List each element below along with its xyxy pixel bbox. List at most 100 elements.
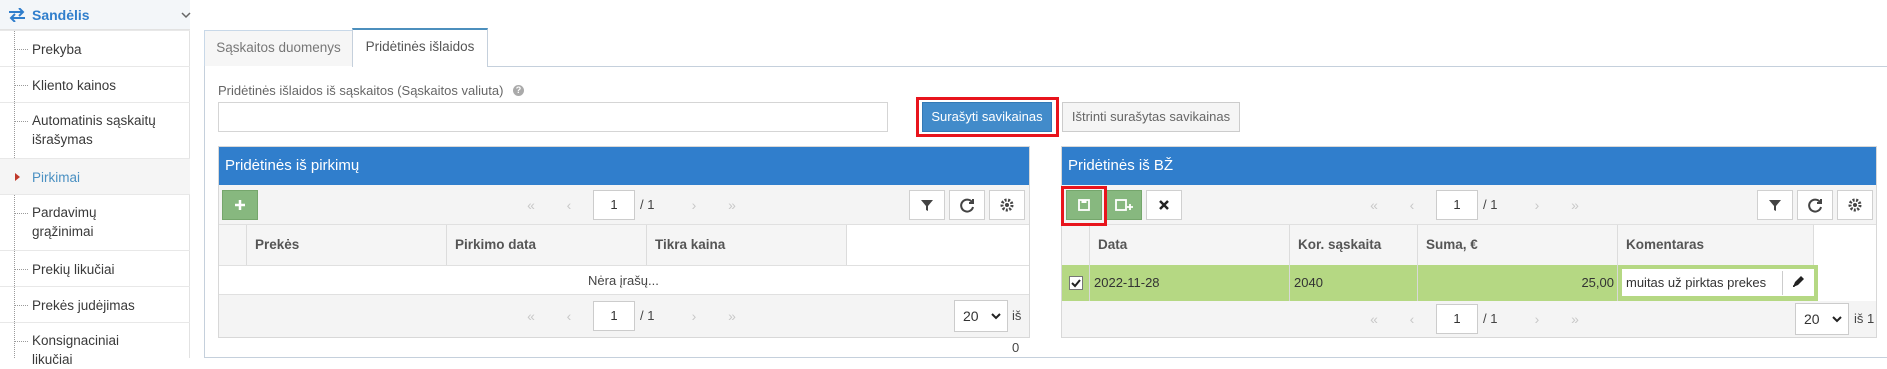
last-page-button[interactable]: » bbox=[715, 301, 749, 331]
settings-button[interactable] bbox=[1837, 190, 1873, 220]
refresh-button[interactable] bbox=[1797, 190, 1833, 220]
sidebar-item-label: Automatinis sąskaitų išrašymas bbox=[32, 113, 156, 147]
gear-icon bbox=[1848, 198, 1862, 212]
sidebar: Sandėlis Prekyba Kliento kainos Automati… bbox=[0, 0, 191, 367]
settings-button[interactable] bbox=[989, 190, 1025, 220]
tree-dash bbox=[14, 85, 28, 86]
page-size-select[interactable]: 20 bbox=[1795, 303, 1849, 335]
table-footer: « ‹ 1 / 1 › » 20 iš 1 bbox=[1062, 301, 1876, 337]
tab-saskaitos-duomenys[interactable]: Sąskaitos duomenys bbox=[204, 30, 353, 66]
last-page-button[interactable]: » bbox=[715, 190, 749, 220]
first-page-button[interactable]: « bbox=[514, 190, 548, 220]
page-of-label: / 1 bbox=[640, 197, 655, 212]
table-header: Data Kor. sąskaita Suma, € Komentaras bbox=[1062, 225, 1876, 265]
sidebar-item-label: Prekių likučiai bbox=[32, 262, 115, 277]
cell-date: 2022-11-28 bbox=[1090, 265, 1290, 301]
first-page-button[interactable]: « bbox=[514, 301, 548, 331]
sidebar-section-title: Sandėlis bbox=[32, 7, 90, 23]
sidebar-item-label: Prekyba bbox=[32, 42, 82, 57]
pencil-icon[interactable] bbox=[1782, 271, 1812, 295]
next-page-button[interactable]: › bbox=[1520, 304, 1554, 334]
right-panel: Pridėtinės iš BŽ « ‹ 1 / 1 › » Data Kor.… bbox=[1061, 146, 1877, 338]
filter-icon bbox=[921, 200, 933, 211]
save-add-button[interactable] bbox=[1106, 190, 1142, 220]
page-size-value: 20 bbox=[1804, 311, 1820, 327]
gear-icon bbox=[1000, 198, 1014, 212]
page-size-select[interactable]: 20 bbox=[954, 300, 1008, 332]
sidebar-item-automatinis[interactable]: Automatinis sąskaitų išrašymas bbox=[0, 102, 190, 158]
sidebar-item-prekes-judejimas[interactable]: Prekės judėjimas bbox=[0, 286, 190, 322]
overhead-amount-input[interactable] bbox=[218, 102, 888, 132]
sidebar-item-pardavimu-grazinimai[interactable]: Pardavimų grąžinimai bbox=[0, 194, 190, 250]
plus-icon bbox=[235, 200, 245, 210]
add-button[interactable] bbox=[222, 190, 258, 220]
refresh-button[interactable] bbox=[949, 190, 985, 220]
filter-button[interactable] bbox=[1757, 190, 1793, 220]
next-page-button[interactable]: › bbox=[677, 301, 711, 331]
sidebar-item-pirkimai[interactable]: Pirkimai bbox=[0, 158, 190, 194]
left-panel: Pridėtinės iš pirkimų « ‹ 1 / 1 › » Prek… bbox=[218, 146, 1030, 355]
column-header-tikra-kaina[interactable]: Tikra kaina bbox=[647, 225, 847, 265]
column-header-data[interactable]: Data bbox=[1090, 225, 1290, 265]
sidebar-section-sandelis[interactable]: Sandėlis bbox=[0, 0, 191, 30]
total-count: iš 0 bbox=[1012, 308, 1022, 355]
page-of-label: / 1 bbox=[1483, 197, 1498, 212]
sidebar-item-label: Kliento kainos bbox=[32, 78, 117, 93]
row-select-cell[interactable] bbox=[1062, 265, 1090, 301]
close-icon bbox=[1159, 200, 1169, 210]
last-page-button[interactable]: » bbox=[1558, 190, 1592, 220]
sidebar-item-label: Prekės judėjimas bbox=[32, 298, 135, 313]
sidebar-item-prekyba[interactable]: Prekyba bbox=[0, 30, 190, 66]
sidebar-item-prekiu-likuciai[interactable]: Prekių likučiai bbox=[0, 250, 190, 286]
page-input[interactable]: 1 bbox=[1436, 190, 1478, 220]
row-checkbox[interactable] bbox=[1069, 276, 1083, 290]
cell-amount: 25,00 bbox=[1418, 265, 1618, 301]
save-plus-icon bbox=[1115, 199, 1133, 211]
next-page-button[interactable]: › bbox=[677, 190, 711, 220]
tab-divider bbox=[488, 66, 1887, 67]
sidebar-item-konsignaciniai[interactable]: Konsignaciniai likučiai bbox=[0, 322, 190, 367]
page-input[interactable]: 1 bbox=[593, 190, 635, 220]
refresh-icon bbox=[960, 198, 974, 213]
total-count: iš 1 bbox=[1854, 311, 1875, 326]
toolbar: « ‹ 1 / 1 › » bbox=[219, 185, 1029, 225]
column-header-komentaras[interactable]: Komentaras bbox=[1618, 225, 1814, 265]
filter-button[interactable] bbox=[909, 190, 945, 220]
transfer-icon bbox=[8, 8, 26, 22]
delete-costs-button[interactable]: Ištrinti surašytas savikainas bbox=[1062, 102, 1240, 132]
panel-title: Pridėtinės iš pirkimų bbox=[219, 147, 1029, 185]
chevron-down-icon[interactable] bbox=[181, 11, 191, 19]
comment-input[interactable]: muitas už pirktas prekes bbox=[1620, 267, 1816, 298]
question-circle-icon: ? bbox=[513, 85, 524, 96]
prev-page-button[interactable]: ‹ bbox=[1395, 304, 1429, 334]
column-header-suma[interactable]: Suma, € bbox=[1418, 225, 1618, 265]
sidebar-item-label: Pardavimų grąžinimai bbox=[32, 205, 97, 239]
tree-dash bbox=[14, 305, 28, 306]
page-input[interactable]: 1 bbox=[593, 301, 635, 331]
highlight-frame bbox=[916, 97, 1059, 137]
column-header-prekes[interactable]: Prekės bbox=[247, 225, 447, 265]
prev-page-button[interactable]: ‹ bbox=[552, 301, 586, 331]
table-row[interactable]: 2022-11-28 2040 25,00 muitas už pirktas … bbox=[1062, 265, 1818, 301]
refresh-icon bbox=[1808, 198, 1822, 213]
toolbar: « ‹ 1 / 1 › » bbox=[1062, 185, 1876, 225]
caret-right-icon bbox=[15, 173, 20, 181]
column-header-pirkimo-data[interactable]: Pirkimo data bbox=[447, 225, 647, 265]
panel-title: Pridėtinės iš BŽ bbox=[1062, 147, 1876, 185]
first-page-button[interactable]: « bbox=[1357, 190, 1391, 220]
filter-icon bbox=[1769, 200, 1781, 211]
table-footer: « ‹ 1 / 1 › » 20 iš 0 bbox=[219, 295, 1029, 355]
tree-dash bbox=[14, 121, 28, 122]
prev-page-button[interactable]: ‹ bbox=[552, 190, 586, 220]
page-input[interactable]: 1 bbox=[1436, 304, 1478, 334]
first-page-button[interactable]: « bbox=[1357, 304, 1391, 334]
tab-pridetines-islaidos[interactable]: Pridėtinės išlaidos bbox=[352, 28, 488, 67]
next-page-button[interactable]: › bbox=[1520, 190, 1554, 220]
table-header: Prekės Pirkimo data Tikra kaina bbox=[219, 225, 1029, 265]
column-header-kor-saskaita[interactable]: Kor. sąskaita bbox=[1290, 225, 1418, 265]
last-page-button[interactable]: » bbox=[1558, 304, 1592, 334]
cancel-button[interactable] bbox=[1146, 190, 1182, 220]
sidebar-item-kliento-kainos[interactable]: Kliento kainos bbox=[0, 66, 190, 102]
highlight-frame bbox=[1061, 186, 1107, 226]
prev-page-button[interactable]: ‹ bbox=[1395, 190, 1429, 220]
